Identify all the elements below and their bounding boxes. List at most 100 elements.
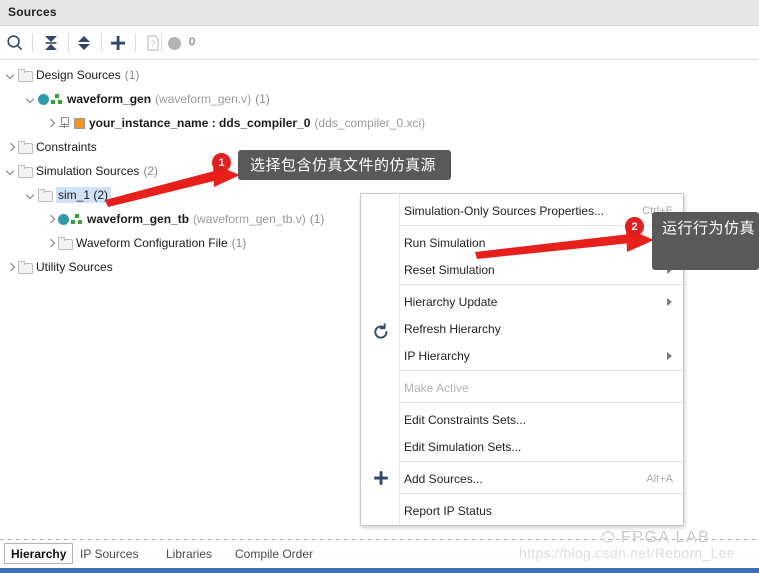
refresh-icon xyxy=(371,322,391,342)
annotation-callout-1: 选择包含仿真文件的仿真源 xyxy=(238,150,451,180)
tree-row-label: Constraints xyxy=(36,140,97,154)
annotation-badge-2: 2 xyxy=(625,217,644,236)
chevron-right-icon[interactable] xyxy=(5,141,17,153)
annotation-callout-1-text: 选择包含仿真文件的仿真源 xyxy=(250,156,437,174)
tab-label: Hierarchy xyxy=(11,546,67,561)
tree-row-label: waveform_gen_tb xyxy=(87,212,190,226)
menu-item-shortcut: Alt+A xyxy=(646,472,673,485)
status-dot-icon xyxy=(168,37,181,50)
tree-row-simulation-sources[interactable]: Simulation Sources (2) xyxy=(5,161,158,181)
menu-item-refresh-hierarchy[interactable]: Refresh Hierarchy xyxy=(400,315,683,342)
menu-item-label: Simulation-Only Sources Properties... xyxy=(404,203,605,218)
message-count: 0 xyxy=(189,36,196,48)
tree-row-label: Design Sources xyxy=(36,68,121,82)
toolbar-separator xyxy=(135,34,136,52)
panel-titlebar: Sources xyxy=(0,0,759,26)
menu-item-label: Reset Simulation xyxy=(404,262,495,277)
menu-divider xyxy=(400,284,683,285)
tab-hierarchy[interactable]: Hierarchy xyxy=(4,543,74,564)
tree-row-constraints[interactable]: Constraints xyxy=(5,137,97,157)
add-sources-icon[interactable] xyxy=(108,33,128,53)
annotation-callout-2: 运行行为仿真 xyxy=(652,212,759,270)
chevron-right-icon xyxy=(667,351,672,360)
tree-row-count: (1) xyxy=(124,68,140,82)
tree-row-your-instance-name[interactable]: your_instance_name : dds_compiler_0 (dds… xyxy=(45,113,425,133)
tree-row-count: (1) xyxy=(255,92,270,106)
tree-row-label: sim_1 (2) xyxy=(56,187,112,203)
tab-libraries[interactable]: Libraries xyxy=(160,543,218,564)
watermark-url: https://blog.csdn.net/Reborn_Lee xyxy=(519,545,735,561)
chevron-right-icon[interactable] xyxy=(45,237,57,249)
annotation-callout-2-text: 运行行为仿真 xyxy=(662,219,756,237)
menu-item-label: Make Active xyxy=(404,380,469,395)
menu-item-add-sources[interactable]: Add Sources... Alt+A xyxy=(400,465,683,492)
tree-row-label: Utility Sources xyxy=(36,260,113,274)
toolbar-separator xyxy=(68,34,69,52)
menu-divider xyxy=(400,461,683,462)
toolbar-separator xyxy=(32,34,33,52)
menu-item-hierarchy-update[interactable]: Hierarchy Update xyxy=(400,288,683,315)
module-icon xyxy=(38,93,63,105)
tree-row-waveform-gen[interactable]: waveform_gen (waveform_gen.v) (1) xyxy=(25,89,270,109)
tab-compile-order[interactable]: Compile Order xyxy=(229,543,319,564)
collapse-all-icon[interactable] xyxy=(41,33,61,53)
panel-title: Sources xyxy=(8,5,57,19)
menu-divider xyxy=(400,370,683,371)
tree-row-count: (1) xyxy=(231,236,247,250)
menu-item-label: Edit Constraints Sets... xyxy=(404,412,527,427)
folder-icon xyxy=(18,261,33,274)
expand-all-icon[interactable] xyxy=(74,33,94,53)
tree-row-label: your_instance_name : dds_compiler_0 xyxy=(89,116,311,130)
ip-pin-icon xyxy=(58,117,70,129)
tree-row-filename: (waveform_gen_tb.v) xyxy=(193,212,306,226)
svg-text:?: ? xyxy=(150,39,155,49)
menu-item-edit-constraints-sets[interactable]: Edit Constraints Sets... xyxy=(400,406,683,433)
chevron-right-icon[interactable] xyxy=(45,117,57,129)
tree-row-count: (1) xyxy=(309,212,325,226)
folder-icon xyxy=(18,141,33,154)
chevron-right-icon[interactable] xyxy=(45,213,57,225)
chevron-down-icon[interactable] xyxy=(25,189,37,201)
tree-row-label: Simulation Sources xyxy=(36,164,140,178)
tab-label: IP Sources xyxy=(80,546,139,561)
plus-icon xyxy=(371,468,391,488)
menu-item-reset-simulation[interactable]: Reset Simulation xyxy=(400,256,683,283)
menu-divider xyxy=(400,493,683,494)
menu-item-ip-hierarchy[interactable]: IP Hierarchy xyxy=(400,342,683,369)
menu-divider xyxy=(400,402,683,403)
tree-row-sim-1[interactable]: sim_1 (2) xyxy=(25,185,112,205)
sources-toolbar: ? 0 xyxy=(0,26,759,60)
chevron-down-icon[interactable] xyxy=(25,93,37,105)
tree-row-design-sources[interactable]: Design Sources (1) xyxy=(5,65,139,85)
chevron-down-icon[interactable] xyxy=(5,69,17,81)
menu-item-label: Refresh Hierarchy xyxy=(404,321,501,336)
menu-item-label: Run Simulation xyxy=(404,235,486,250)
folder-icon xyxy=(18,69,33,82)
chevron-right-icon[interactable] xyxy=(5,261,17,273)
tree-row-waveform-gen-tb[interactable]: waveform_gen_tb (waveform_gen_tb.v) (1) xyxy=(45,209,324,229)
report-icon[interactable]: ? xyxy=(143,33,163,53)
tree-row-count: (2) xyxy=(143,164,159,178)
tree-row-label: waveform_gen xyxy=(67,92,152,106)
tab-ip-sources[interactable]: IP Sources xyxy=(74,543,144,564)
toolbar-separator xyxy=(161,34,162,52)
folder-icon xyxy=(58,237,73,250)
search-icon[interactable] xyxy=(5,33,25,53)
watermark-leaf-icon xyxy=(598,528,618,546)
folder-icon xyxy=(18,165,33,178)
module-icon xyxy=(58,213,83,225)
menu-item-report-ip-status[interactable]: Report IP Status xyxy=(400,497,683,524)
menu-item-label: Add Sources... xyxy=(404,471,483,486)
menu-item-edit-simulation-sets[interactable]: Edit Simulation Sets... xyxy=(400,433,683,460)
tree-row-filename: (dds_compiler_0.xci) xyxy=(314,116,426,130)
menu-item-label: Edit Simulation Sets... xyxy=(404,439,522,454)
menu-item-label: IP Hierarchy xyxy=(404,348,470,363)
tab-label: Libraries xyxy=(166,546,213,561)
xci-file-icon xyxy=(74,117,85,129)
chevron-right-icon xyxy=(667,297,672,306)
toolbar-separator xyxy=(101,34,102,52)
tree-row-utility-sources[interactable]: Utility Sources xyxy=(5,257,113,277)
chevron-down-icon[interactable] xyxy=(5,165,17,177)
sources-panel: Sources ? 0 Design Sources (1) waveform_… xyxy=(0,0,759,573)
tree-row-waveform-configuration-file[interactable]: Waveform Configuration File (1) xyxy=(45,233,246,253)
